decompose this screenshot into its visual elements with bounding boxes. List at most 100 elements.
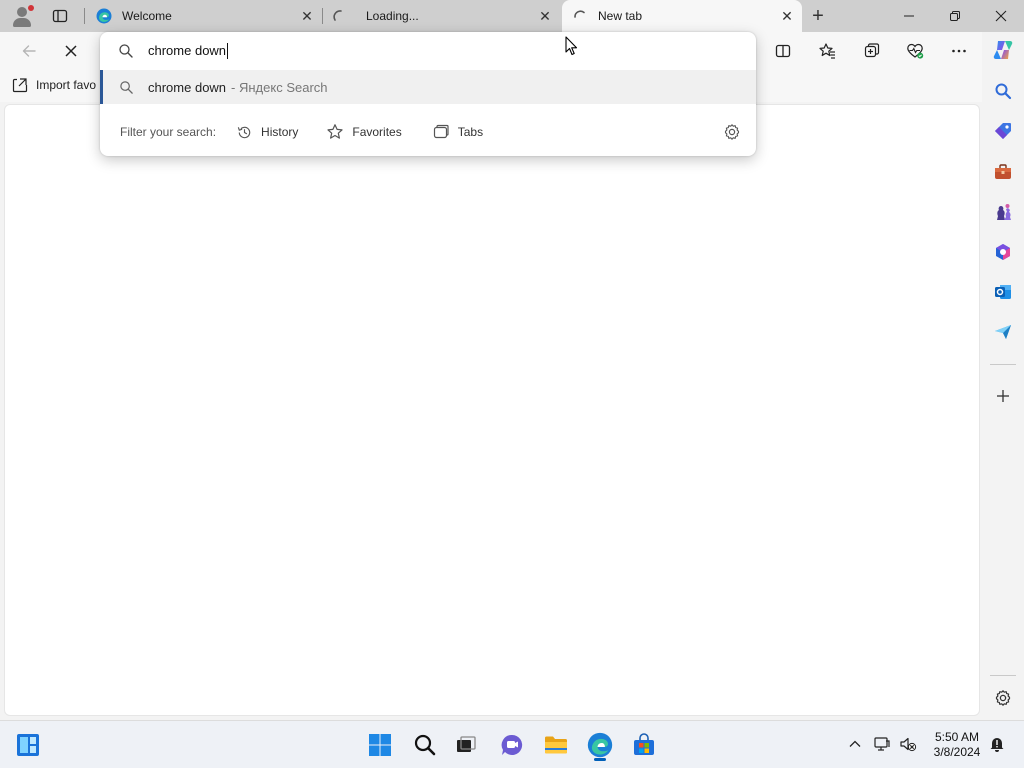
address-bar-input[interactable]: chrome down [148, 43, 668, 60]
search-filter-row: Filter your search: History Favorites Ta… [100, 114, 756, 150]
mouse-cursor-icon [565, 36, 578, 56]
search-settings-button[interactable] [722, 122, 742, 142]
address-bar[interactable]: chrome down [100, 32, 756, 70]
filter-favorites[interactable]: Favorites [326, 123, 402, 141]
restore-button[interactable] [932, 0, 978, 32]
notification-dot [28, 5, 34, 11]
filter-tabs[interactable]: Tabs [432, 123, 483, 141]
edge-favicon-icon [96, 8, 112, 24]
network-button[interactable] [871, 733, 893, 755]
profile-button[interactable] [8, 3, 36, 29]
tab-close-button[interactable]: ✕ [535, 6, 555, 26]
tab-title: New tab [598, 9, 643, 23]
split-screen-button[interactable] [768, 36, 798, 66]
filter-favorites-label: Favorites [352, 125, 402, 139]
sidebar-drop-button[interactable] [989, 318, 1017, 346]
address-bar-dropdown: chrome down chrome down - Яндекс Search … [100, 32, 756, 156]
notifications-button[interactable] [986, 733, 1008, 755]
copilot-button[interactable] [989, 36, 1017, 64]
taskbar-search-button[interactable] [409, 729, 441, 761]
task-view-icon [457, 736, 476, 752]
tab-close-button[interactable]: ✕ [297, 6, 317, 26]
copilot-icon [993, 40, 1013, 60]
sidebar-search-button[interactable] [989, 77, 1017, 105]
search-icon [118, 43, 134, 59]
sidebar-settings-button[interactable] [989, 684, 1017, 712]
sidebar-games-button[interactable] [989, 198, 1017, 226]
tab-strip: Welcome ✕ Loading... ✕ New tab ✕ + [0, 0, 1024, 32]
edge-sidebar [982, 32, 1024, 718]
tab-title: Loading... [366, 9, 419, 23]
tab-actions-icon [52, 9, 68, 23]
clock-time: 5:50 AM [934, 730, 980, 744]
favorites-button[interactable] [812, 36, 842, 66]
more-dots-icon [952, 49, 966, 53]
close-window-button[interactable] [978, 0, 1024, 32]
tab-close-button[interactable]: ✕ [777, 6, 797, 26]
profile-avatar-body [13, 18, 31, 27]
search-icon [414, 734, 436, 756]
tab-loading[interactable]: Loading... ✕ [324, 0, 560, 32]
minimize-button[interactable] [886, 0, 932, 32]
show-hidden-icons-button[interactable] [844, 733, 866, 755]
tab-title: Welcome [122, 9, 172, 23]
paper-plane-icon [995, 325, 1011, 339]
browser-essentials-button[interactable] [900, 36, 930, 66]
tabs-icon [433, 124, 449, 139]
sidebar-tools-button[interactable] [989, 158, 1017, 186]
teams-chat-button[interactable] [496, 729, 528, 761]
taskbar-clock[interactable]: 5:50 AM 3/8/2024 [926, 730, 988, 760]
suggestion-text: chrome down [148, 79, 227, 95]
filter-history[interactable]: History [236, 124, 298, 141]
stop-loading-button[interactable] [56, 36, 86, 66]
sidebar-outlook-button[interactable] [989, 278, 1017, 306]
toolbox-icon [995, 164, 1011, 179]
clock-date: 3/8/2024 [933, 745, 981, 759]
sidebar-add-button[interactable] [989, 382, 1017, 410]
import-icon [12, 78, 28, 93]
import-favorites-button[interactable]: Import favo [12, 77, 96, 93]
back-arrow-icon [22, 45, 36, 57]
loading-spinner-icon [332, 8, 348, 24]
loading-spinner-icon [572, 8, 588, 24]
history-icon [237, 126, 251, 138]
start-button[interactable] [364, 729, 396, 761]
filter-label: Filter your search: [120, 125, 217, 139]
shopping-tag-icon [995, 123, 1011, 139]
sidebar-microsoft365-button[interactable] [989, 238, 1017, 266]
back-button[interactable] [14, 36, 44, 66]
tab-welcome[interactable]: Welcome ✕ [86, 0, 322, 32]
search-icon [118, 79, 134, 95]
network-monitor-icon [874, 737, 890, 751]
minimize-icon [904, 15, 914, 17]
tab-new-tab[interactable]: New tab ✕ [562, 0, 802, 32]
widgets-button[interactable] [12, 729, 44, 761]
text-caret [227, 43, 229, 60]
collections-button[interactable] [857, 36, 887, 66]
edge-taskbar-button[interactable] [584, 729, 616, 761]
tab-actions-button[interactable] [48, 5, 72, 27]
gear-icon [724, 124, 740, 140]
volume-button[interactable] [897, 733, 919, 755]
store-button[interactable] [628, 729, 660, 761]
favorites-star-icon [819, 43, 835, 59]
file-explorer-button[interactable] [540, 729, 572, 761]
chess-pieces-icon [997, 204, 1011, 220]
new-tab-button[interactable]: + [806, 4, 830, 28]
heart-pulse-icon [907, 43, 924, 59]
split-screen-icon [775, 44, 791, 58]
close-icon [995, 10, 1007, 22]
browser-window: Welcome ✕ Loading... ✕ New tab ✕ + Impor… [0, 0, 1024, 768]
filter-history-label: History [261, 125, 299, 139]
sidebar-divider [990, 675, 1016, 676]
task-view-button[interactable] [450, 729, 482, 761]
plus-icon [997, 390, 1009, 402]
search-suggestion[interactable]: chrome down - Яндекс Search [100, 70, 756, 104]
windows-taskbar: 5:50 AM 3/8/2024 [0, 720, 1024, 768]
settings-and-more-button[interactable] [944, 36, 974, 66]
import-favorites-label: Import favo [36, 78, 97, 92]
page-content [4, 104, 980, 716]
sidebar-divider [990, 364, 1016, 365]
sidebar-shopping-button[interactable] [989, 117, 1017, 145]
notification-bell-icon [990, 738, 1004, 752]
